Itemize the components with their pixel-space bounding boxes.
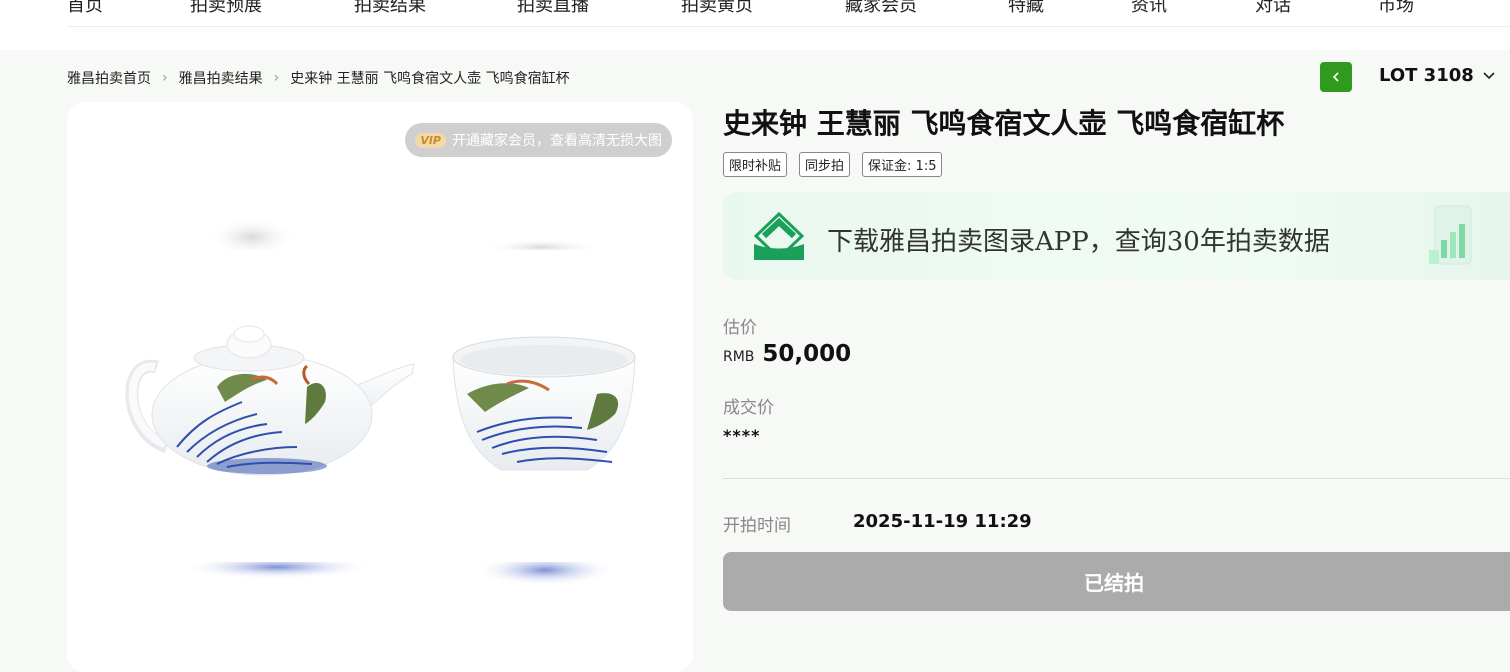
- nav-item-home[interactable]: 首页: [67, 0, 103, 17]
- tag-subsidy: 限时补贴: [723, 152, 788, 177]
- breadcrumb-current: 史来钟 王慧丽 飞鸣食宿文人壶 飞鸣食宿缸杯: [290, 71, 570, 87]
- vip-upgrade-text: 开通藏家会员，查看高清无损大图: [452, 133, 662, 149]
- estimate-label: 估价: [723, 318, 757, 338]
- teapot-and-cup-image[interactable]: [67, 102, 693, 672]
- breadcrumb: 雅昌拍卖首页 › 雅昌拍卖结果 › 史来钟 王慧丽 飞鸣食宿文人壶 飞鸣食宿缸杯: [67, 68, 570, 88]
- chevron-left-icon: [1332, 72, 1339, 82]
- previous-lot-button[interactable]: [1320, 62, 1352, 92]
- divider: [723, 478, 1510, 479]
- nav-item-dialogue[interactable]: 对话: [1255, 0, 1291, 17]
- nav-item-market[interactable]: 市场: [1378, 0, 1414, 17]
- vip-upgrade-banner[interactable]: VIP 开通藏家会员，查看高清无损大图: [405, 123, 672, 157]
- estimate-currency: RMB: [723, 349, 755, 365]
- lot-selector[interactable]: LOT 3108: [1379, 65, 1496, 86]
- start-time-label: 开拍时间: [723, 516, 791, 536]
- estimate-value: 50,000: [762, 341, 852, 367]
- lot-image-card: VIP 开通藏家会员，查看高清无损大图: [67, 102, 693, 672]
- tag-sync-auction: 同步拍: [799, 152, 851, 177]
- lot-tags: 限时补贴 同步拍 保证金: 1:5: [723, 152, 954, 177]
- lot-number: LOT 3108: [1379, 65, 1474, 86]
- nav-item-preview[interactable]: 拍卖预展: [190, 0, 262, 17]
- app-banner-text: 下载雅昌拍卖图录APP，查询30年拍卖数据: [827, 227, 1330, 257]
- artron-app-logo-icon: [753, 211, 805, 261]
- data-chart-illustration-icon: [1429, 205, 1472, 265]
- top-navigation: 首页 拍卖预展 拍卖结果 拍卖直播 拍卖黄页 藏家会员 特藏 资讯 对话 市场: [0, 0, 1510, 50]
- nav-bar: 首页 拍卖预展 拍卖结果 拍卖直播 拍卖黄页 藏家会员 特藏 资讯 对话 市场: [67, 0, 1510, 27]
- lot-title: 史来钟 王慧丽 飞鸣食宿文人壶 飞鸣食宿缸杯: [723, 107, 1285, 140]
- chevron-right-icon: ›: [162, 70, 168, 86]
- chevron-down-icon: [1483, 71, 1495, 79]
- vip-badge-icon: VIP: [415, 132, 446, 148]
- nav-item-special[interactable]: 特藏: [1008, 0, 1044, 17]
- deal-price-label: 成交价: [723, 398, 774, 418]
- chevron-right-icon: ›: [273, 70, 280, 86]
- nav-item-results[interactable]: 拍卖结果: [354, 0, 426, 17]
- breadcrumb-home-link[interactable]: 雅昌拍卖首页: [67, 68, 151, 88]
- nav-item-membership[interactable]: 藏家会员: [845, 0, 917, 17]
- auction-ended-button[interactable]: 已结拍: [723, 552, 1510, 611]
- app-download-banner[interactable]: 下载雅昌拍卖图录APP，查询30年拍卖数据: [723, 192, 1510, 280]
- start-time-value: 2025-11-19 11:29: [853, 511, 1032, 532]
- nav-item-news[interactable]: 资讯: [1131, 0, 1167, 17]
- nav-item-yellow-pages[interactable]: 拍卖黄页: [681, 0, 753, 17]
- estimate-row: RMB 50,000: [723, 341, 851, 367]
- nav-item-live[interactable]: 拍卖直播: [517, 0, 589, 17]
- breadcrumb-results-link[interactable]: 雅昌拍卖结果: [179, 68, 263, 88]
- tag-deposit: 保证金: 1:5: [862, 152, 943, 177]
- deal-price-value: ****: [723, 426, 761, 445]
